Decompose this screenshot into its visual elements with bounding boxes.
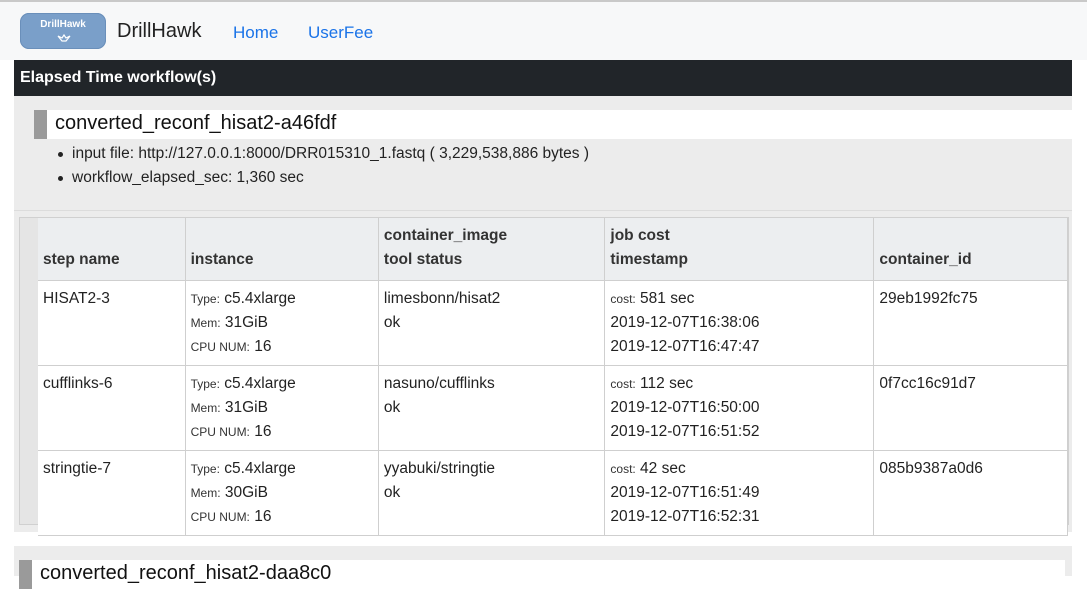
container-image-cell: yyabuki/stringtie ok xyxy=(378,450,606,536)
step-name-cell: stringtie-7 xyxy=(38,450,186,536)
input-file-item: input file: http://127.0.0.1:8000/DRR015… xyxy=(58,144,589,168)
step-name-cell: HISAT2-3 xyxy=(38,280,186,366)
divider xyxy=(14,210,1072,211)
title-marker xyxy=(19,560,32,589)
col-container-id: container_id xyxy=(873,218,1068,281)
job-cost-cell: cost: 112 sec 2019-12-07T16:50:00 2019-1… xyxy=(604,365,875,451)
instance-cell: Type: c5.4xlarge Mem: 31GiB CPU NUM: 16 xyxy=(185,365,379,451)
nav-userfee-link[interactable]: UserFee xyxy=(308,23,373,43)
logo-text: DrillHawk xyxy=(40,19,86,30)
steps-table: step name instance container_image tool … xyxy=(38,218,1068,536)
job-cost-cell: cost: 581 sec 2019-12-07T16:38:06 2019-1… xyxy=(604,280,875,366)
step-name-cell: cufflinks-6 xyxy=(38,365,186,451)
hawk-icon xyxy=(57,33,71,42)
drillhawk-logo[interactable]: DrillHawk xyxy=(20,13,106,49)
table-row: HISAT2-3 Type: c5.4xlarge Mem: 31GiB CPU… xyxy=(38,280,1068,366)
job-cost-cell: cost: 42 sec 2019-12-07T16:51:49 2019-12… xyxy=(604,450,875,536)
col-instance: instance xyxy=(185,218,379,281)
container-id-cell: 29eb1992fc75 xyxy=(873,280,1068,366)
workflow-title-bar-2: converted_reconf_hisat2-daa8c0 xyxy=(19,560,1065,589)
workflow-card-2: converted_reconf_hisat2-daa8c0 xyxy=(14,546,1072,589)
container-id-cell: 0f7cc16c91d7 xyxy=(873,365,1068,451)
container-image-cell: limesbonn/hisat2 ok xyxy=(378,280,606,366)
table-header-row: step name instance container_image tool … xyxy=(38,218,1068,281)
workflow-title: converted_reconf_hisat2-a46fdf xyxy=(55,112,337,134)
workflow-title-bar: converted_reconf_hisat2-a46fdf xyxy=(34,110,1080,139)
title-marker xyxy=(34,110,47,139)
container-id-cell: 085b9387a0d6 xyxy=(873,450,1068,536)
section-header: Elapsed Time workflow(s) xyxy=(14,60,1072,96)
col-step-name: step name xyxy=(38,218,186,281)
workflow-info-list: input file: http://127.0.0.1:8000/DRR015… xyxy=(58,144,589,192)
steps-table-container: step name instance container_image tool … xyxy=(19,217,1069,536)
instance-cell: Type: c5.4xlarge Mem: 30GiB CPU NUM: 16 xyxy=(185,450,379,536)
col-container-image: container_image tool status xyxy=(378,218,606,281)
container-image-cell: nasuno/cufflinks ok xyxy=(378,365,606,451)
nav-home-link[interactable]: Home xyxy=(233,23,278,43)
elapsed-sec-item: workflow_elapsed_sec: 1,360 sec xyxy=(58,168,589,192)
brand-name[interactable]: DrillHawk xyxy=(117,20,201,43)
section-title: Elapsed Time workflow(s) xyxy=(20,69,217,86)
instance-cell: Type: c5.4xlarge Mem: 31GiB CPU NUM: 16 xyxy=(185,280,379,366)
table-row: stringtie-7 Type: c5.4xlarge Mem: 30GiB … xyxy=(38,450,1068,536)
table-row: cufflinks-6 Type: c5.4xlarge Mem: 31GiB … xyxy=(38,365,1068,451)
navbar: DrillHawk DrillHawk Home UserFee xyxy=(0,2,1087,60)
col-job-cost: job cost timestamp xyxy=(604,218,875,281)
